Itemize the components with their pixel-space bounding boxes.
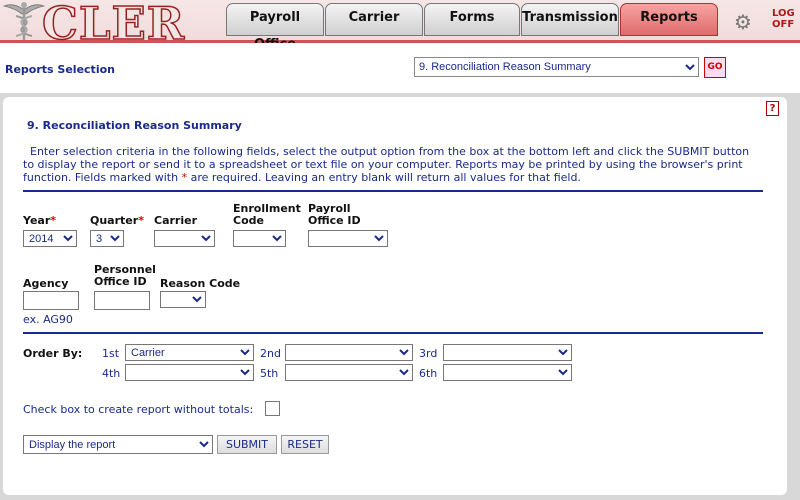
year-label-text: Year [23, 214, 51, 227]
reason-code-label: Reason Code [160, 277, 241, 290]
order-6th-select[interactable] [443, 364, 572, 381]
order-1st-select[interactable]: Carrier [125, 344, 254, 361]
agency-hint: ex. AG90 [23, 313, 73, 326]
personnel-office-id-input[interactable] [94, 291, 150, 310]
caduceus-icon [2, 2, 46, 40]
year-label: Year* [23, 215, 56, 227]
personnel-office-id-label: Personnel Office ID [94, 264, 156, 288]
order-2nd-select[interactable] [285, 344, 413, 361]
payroll-office-id-select[interactable] [308, 230, 388, 247]
order-5th-select[interactable] [285, 364, 413, 381]
agency-label: Agency [23, 277, 69, 290]
year-required-marker: * [50, 214, 57, 227]
carrier-select[interactable] [154, 230, 215, 247]
reset-button[interactable]: RESET [281, 435, 329, 454]
tab-reports[interactable]: Reports [620, 3, 718, 36]
tab-transmission[interactable]: Transmission [521, 3, 619, 36]
output-option-select[interactable]: Display the report [23, 435, 213, 454]
enrollment-code-label: Enrollment Code [233, 203, 301, 227]
divider [23, 332, 763, 334]
payroll-label-line-2: Office ID [308, 214, 361, 227]
totals-checkbox-label: Check box to create report without total… [23, 403, 254, 416]
order-by-label: Order By: [23, 347, 83, 360]
personnel-label-line-2: Office ID [94, 275, 147, 288]
agency-input[interactable] [23, 291, 79, 310]
app-logo: CLER [0, 0, 220, 51]
divider [23, 190, 763, 192]
report-panel: ? 9. Reconciliation Reason Summary Enter… [3, 97, 787, 495]
order-1st-label: 1st [102, 347, 120, 360]
instructions-part-2: are required. Leaving an entry blank wil… [187, 171, 581, 184]
order-4th-label: 4th [102, 367, 121, 380]
order-4th-select[interactable] [125, 364, 254, 381]
quarter-required-marker: * [138, 214, 144, 227]
carrier-label: Carrier [154, 214, 198, 227]
year-select[interactable]: 2014 [23, 230, 77, 247]
instructions-text: Enter selection criteria in the followin… [23, 145, 763, 184]
order-3rd-select[interactable] [443, 344, 572, 361]
reports-selection-title: Reports Selection [5, 63, 115, 76]
gear-icon: ⚙ [734, 10, 752, 34]
enrollment-code-select[interactable] [233, 230, 286, 247]
go-button[interactable]: GO [704, 57, 726, 78]
order-3rd-label: 3rd [419, 347, 438, 360]
reason-code-select[interactable] [160, 291, 206, 308]
tab-forms[interactable]: Forms [424, 3, 520, 36]
quarter-label: Quarter* [90, 215, 144, 227]
report-select[interactable]: 9. Reconciliation Reason Summary [414, 57, 699, 77]
totals-checkbox[interactable] [265, 401, 280, 416]
report-selection-bar: Reports Selection 9. Reconciliation Reas… [0, 43, 800, 93]
app-header: CLER Payroll Office Carrier Forms Transm… [0, 0, 800, 52]
order-5th-label: 5th [260, 367, 279, 380]
order-6th-label: 6th [419, 367, 438, 380]
tab-payroll-office[interactable]: Payroll Office [226, 3, 324, 52]
report-title: 9. Reconciliation Reason Summary [27, 119, 242, 132]
logoff-button[interactable]: ⚙ LOG OFF [734, 6, 796, 34]
help-icon[interactable]: ? [766, 101, 779, 116]
logoff-label: LOG OFF [772, 8, 795, 30]
tab-carrier[interactable]: Carrier [325, 3, 423, 36]
order-2nd-label: 2nd [260, 347, 281, 360]
quarter-label-text: Quarter [90, 214, 139, 227]
enrollment-label-line-2: Code [233, 214, 264, 227]
quarter-select[interactable]: 3 [90, 230, 124, 247]
payroll-office-id-label: Payroll Office ID [308, 203, 361, 227]
submit-button[interactable]: SUBMIT [217, 435, 277, 454]
